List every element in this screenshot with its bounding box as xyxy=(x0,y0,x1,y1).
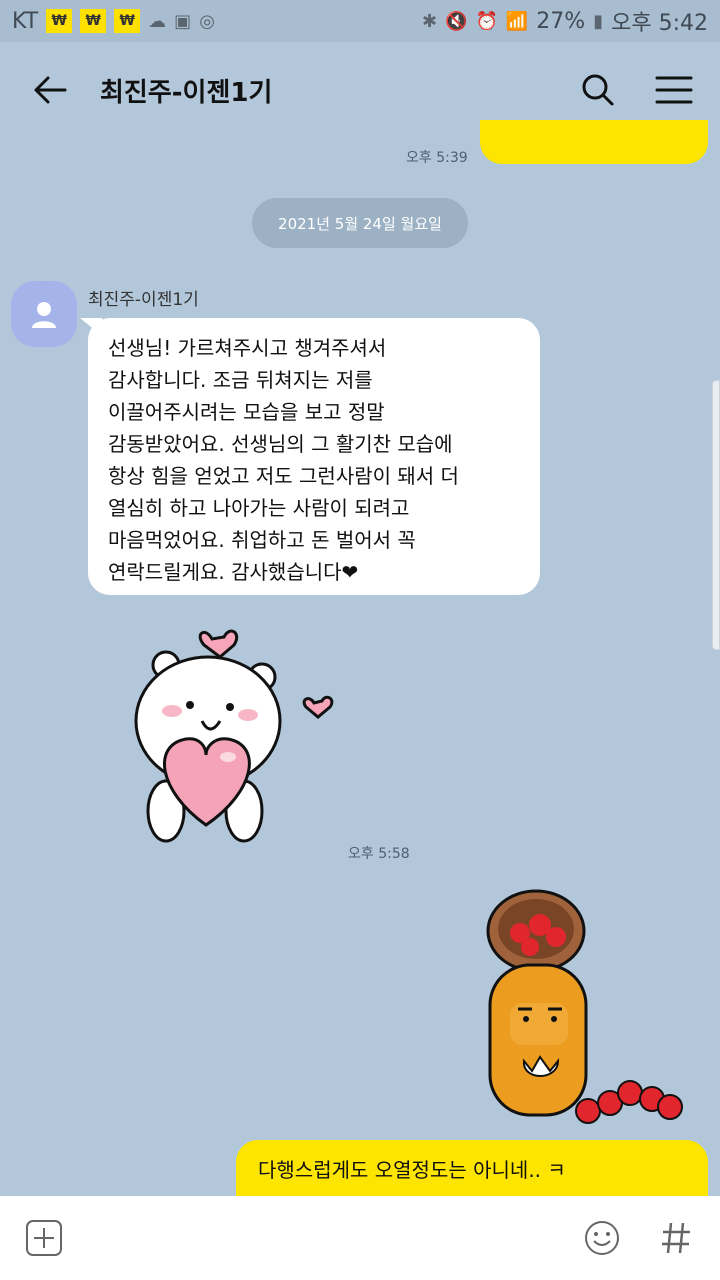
carrier-label: KT xyxy=(12,8,39,34)
menu-icon xyxy=(655,76,693,104)
screen-icon: ▣ xyxy=(174,10,192,32)
ryan-heart-basket-sticker[interactable] xyxy=(470,885,690,1125)
header-actions xyxy=(576,68,696,112)
add-icon xyxy=(26,1220,62,1256)
previous-message-time: 오후 5:39 xyxy=(406,150,468,166)
hashtag-search-button[interactable] xyxy=(654,1216,698,1260)
search-icon xyxy=(582,74,614,106)
bluetooth-icon: ✱ xyxy=(421,10,438,32)
message-input-bar xyxy=(0,1196,720,1280)
alarm-icon: ⏰ xyxy=(475,10,498,32)
battery-percent: 27% xyxy=(536,8,586,34)
app-icon: ◎ xyxy=(199,10,215,32)
date-divider: 2021년 5월 24일 월요일 xyxy=(252,198,468,248)
back-button[interactable] xyxy=(24,64,76,116)
input-actions xyxy=(580,1216,698,1260)
avatar[interactable] xyxy=(11,281,77,347)
mute-icon: 🔇 xyxy=(445,10,468,32)
previous-message-bubble[interactable] xyxy=(480,120,708,164)
sent-message-text: 다행스럽게도 오열정도는 아니네.. ㅋ xyxy=(258,1158,566,1182)
emoji-icon xyxy=(585,1221,619,1255)
status-bar: KT ₩ ₩ ₩ ☁ ▣ ◎ ✱ 🔇 ⏰ 📶 27% ▮ 오후 5:42 xyxy=(0,0,720,42)
sender-name: 최진주-이젠1기 xyxy=(88,290,199,310)
sticker-time: 오후 5:58 xyxy=(348,846,410,862)
status-left: KT ₩ ₩ ₩ ☁ ▣ ◎ xyxy=(12,9,215,34)
cloud-icon: ☁ xyxy=(148,10,167,32)
won-notification-icon: ₩ xyxy=(80,9,107,33)
add-attachment-button[interactable] xyxy=(22,1216,66,1260)
person-icon xyxy=(32,302,56,328)
chat-title: 최진주-이젠1기 xyxy=(100,77,273,108)
status-right: ✱ 🔇 ⏰ 📶 27% ▮ 오후 5:42 xyxy=(422,5,708,37)
emoji-button[interactable] xyxy=(580,1216,624,1260)
received-message-bubble[interactable]: 선생님! 가르쳐주시고 챙겨주셔서 감사합니다. 조금 뒤쳐지는 저를 이끌어주… xyxy=(88,318,540,595)
menu-button[interactable] xyxy=(652,68,696,112)
bear-heart-sticker[interactable] xyxy=(120,615,350,855)
won-notification-icon: ₩ xyxy=(114,9,141,33)
battery-icon: ▮ xyxy=(593,10,604,32)
won-notification-icon: ₩ xyxy=(46,9,73,33)
scrollbar[interactable] xyxy=(712,380,720,650)
search-button[interactable] xyxy=(576,68,620,112)
hash-icon xyxy=(662,1222,690,1254)
back-arrow-icon xyxy=(34,76,67,104)
clock: 오후 5:42 xyxy=(611,11,708,36)
wifi-icon: 📶 xyxy=(505,10,529,32)
